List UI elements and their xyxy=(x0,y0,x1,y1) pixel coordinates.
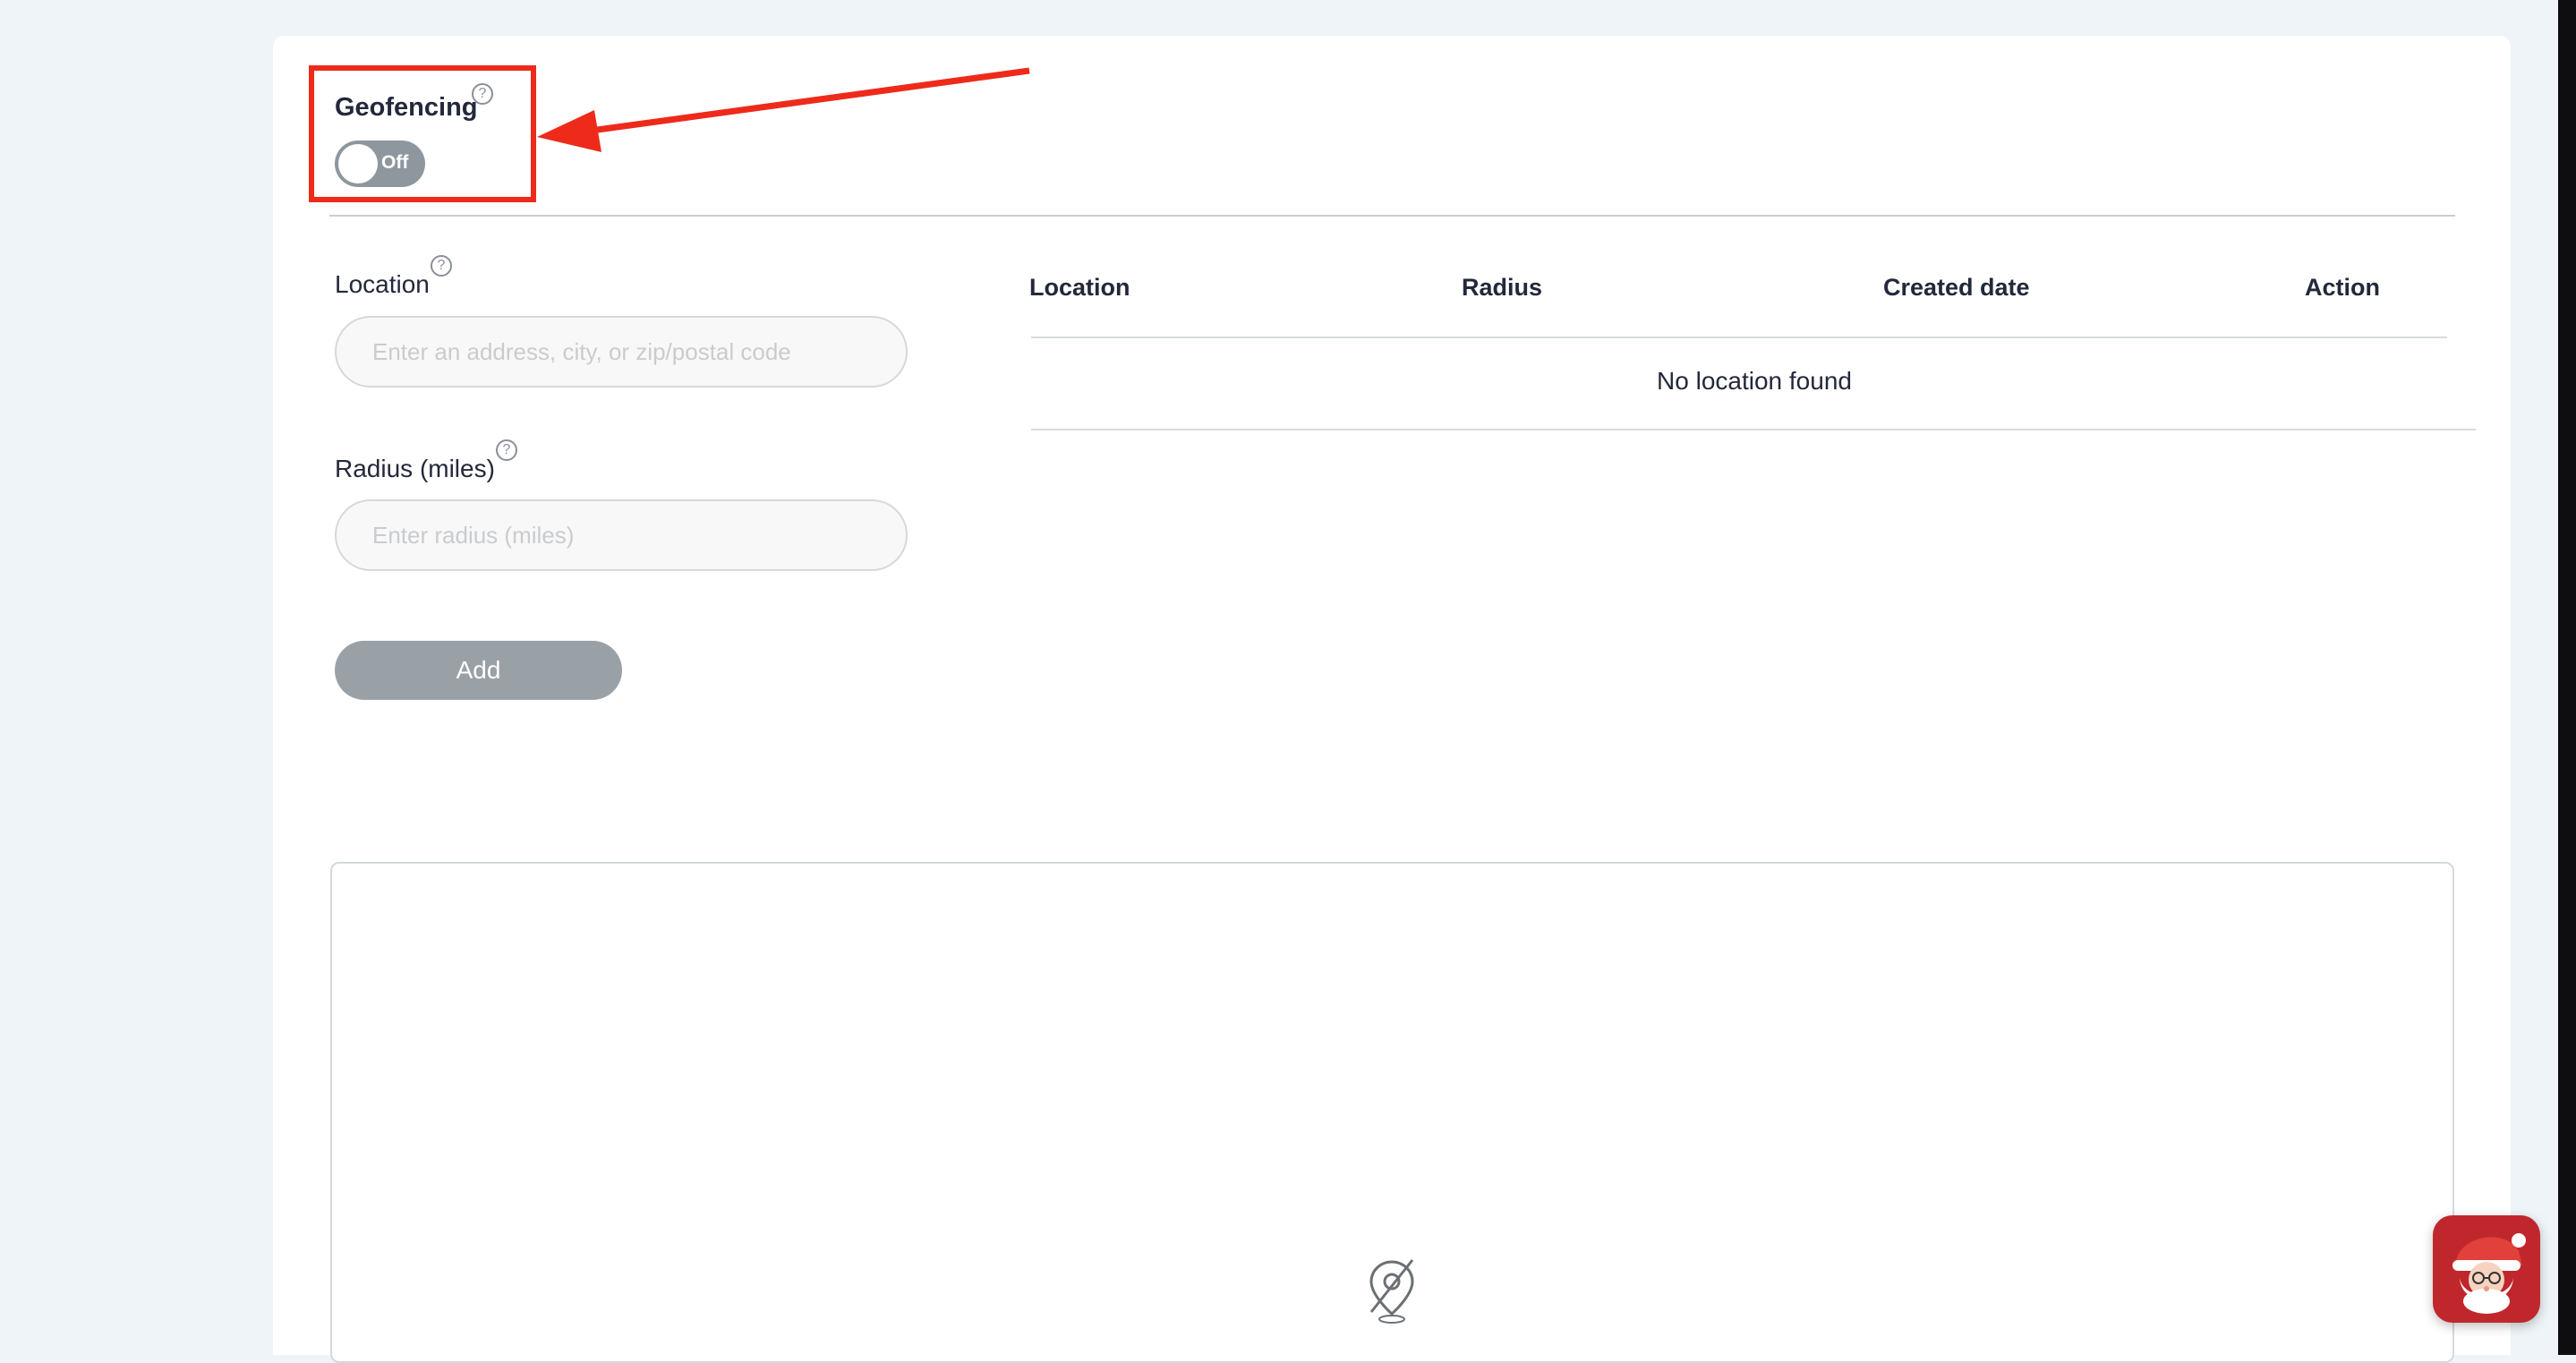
radius-label: Radius (miles) xyxy=(335,455,495,482)
santa-chat-icon xyxy=(2452,1233,2526,1314)
radius-help-icon[interactable]: ? xyxy=(496,439,517,461)
table-header-divider xyxy=(1031,336,2447,338)
toggle-state-label: Off xyxy=(381,152,409,173)
table-header-location: Location xyxy=(1029,274,1130,301)
window-edge xyxy=(2558,0,2576,1355)
radius-input[interactable] xyxy=(335,499,908,571)
geofencing-toggle[interactable]: Off xyxy=(335,141,425,187)
section-divider xyxy=(329,215,2455,217)
table-empty-message: No location found xyxy=(1657,367,1852,395)
santa-chat-button[interactable] xyxy=(2433,1215,2540,1323)
map-pin-off-icon xyxy=(1369,1259,1414,1324)
table-bottom-divider xyxy=(1031,429,2476,430)
table-header-action: Action xyxy=(2305,274,2380,301)
geofencing-title: Geofencing xyxy=(335,93,478,122)
table-header-created-date: Created date xyxy=(1883,274,2030,301)
geofencing-help-icon[interactable]: ? xyxy=(472,83,493,105)
location-input[interactable] xyxy=(335,316,908,388)
location-label: Location xyxy=(335,270,430,298)
location-help-icon[interactable]: ? xyxy=(431,255,452,277)
add-button[interactable]: Add xyxy=(335,641,622,700)
toggle-knob xyxy=(338,144,378,183)
table-header-radius: Radius xyxy=(1462,274,1543,301)
